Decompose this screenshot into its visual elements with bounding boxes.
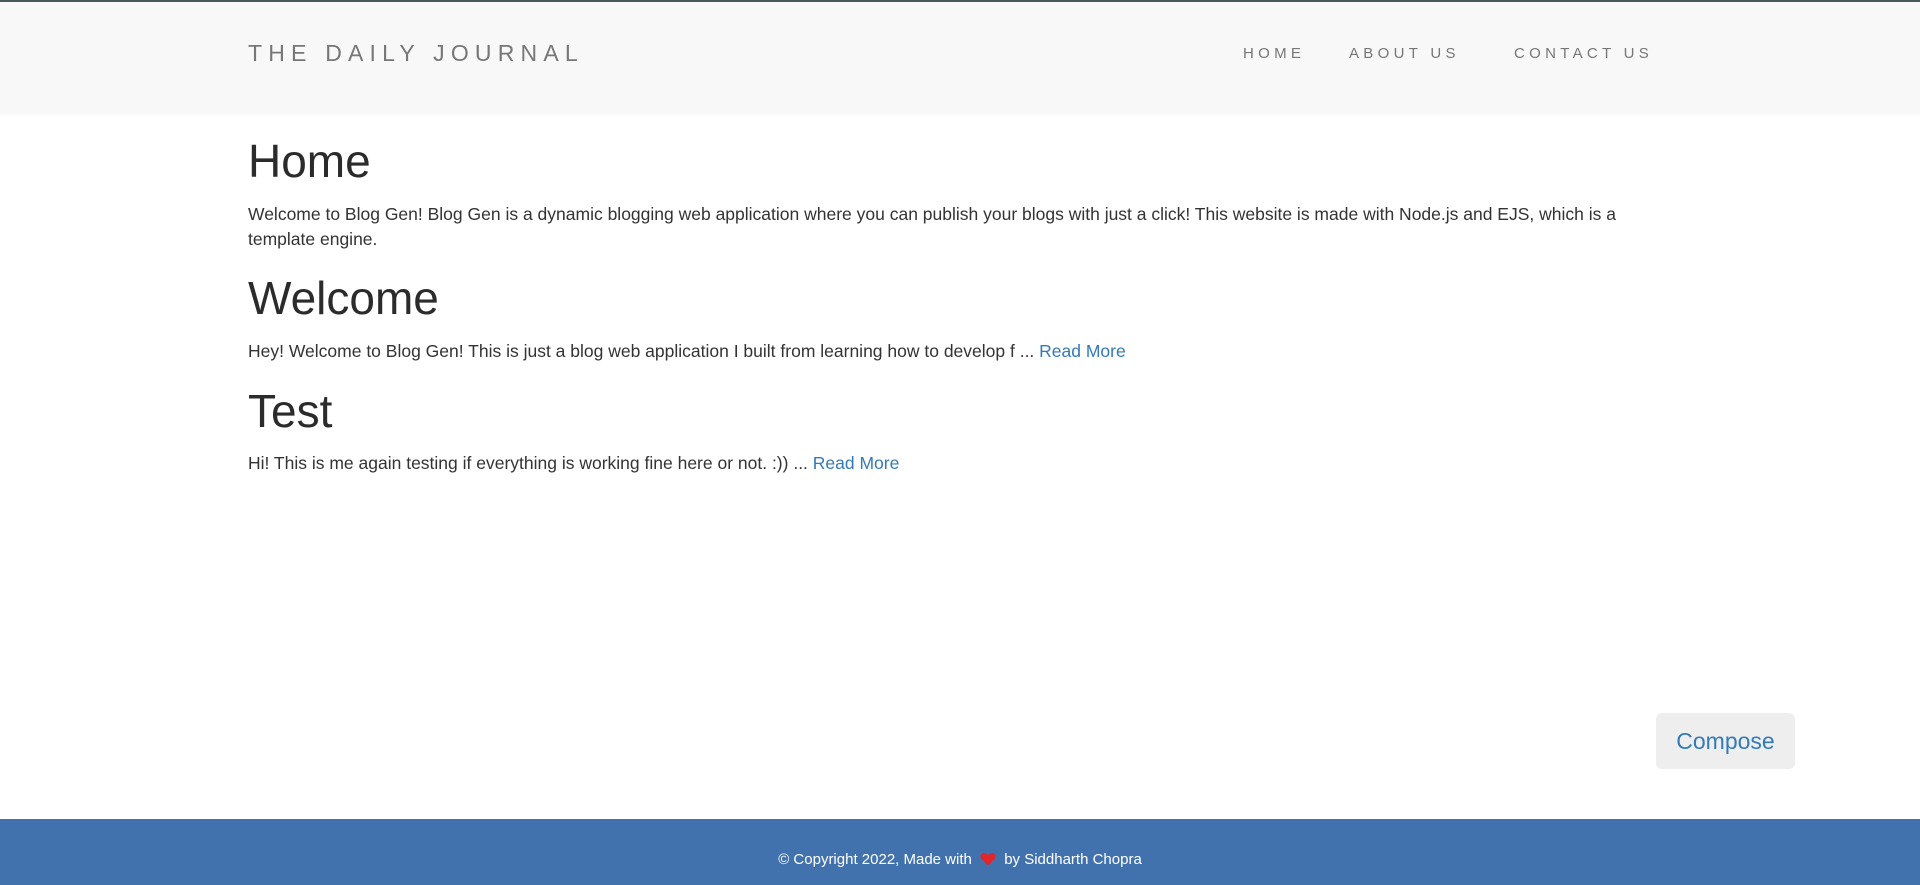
post-excerpt-text: Hey! Welcome to Blog Gen! This is just a…	[248, 341, 1040, 361]
post-excerpt: Hey! Welcome to Blog Gen! This is just a…	[248, 339, 1126, 364]
post-excerpt-text: Hi! This is me again testing if everythi…	[248, 453, 813, 473]
compose-button[interactable]: Compose	[1656, 713, 1795, 769]
post-title: Welcome	[248, 272, 439, 324]
read-more-link[interactable]: Read More	[813, 453, 900, 473]
intro-text: Welcome to Blog Gen! Blog Gen is a dynam…	[248, 204, 1616, 249]
page-title: Home	[248, 135, 371, 187]
nav-contact-link[interactable]: CONTACT US	[1514, 45, 1653, 62]
nav-home-link[interactable]: HOME	[1243, 45, 1305, 62]
post-title: Test	[248, 385, 333, 437]
post-excerpt: Hi! This is me again testing if everythi…	[248, 451, 899, 476]
copyright-author: by Siddharth Chopra	[1000, 851, 1142, 868]
navbar: THE DAILY JOURNAL HOME ABOUT US CONTACT …	[0, 2, 1920, 115]
nav-about-link[interactable]: ABOUT US	[1349, 45, 1460, 62]
main-nav: HOME ABOUT US CONTACT US	[0, 45, 1920, 69]
copyright-text: © Copyright 2022, Made with by Siddharth…	[0, 851, 1920, 870]
copyright-prefix: © Copyright 2022, Made with	[778, 851, 977, 868]
heart-icon	[980, 852, 996, 870]
footer: © Copyright 2022, Made with by Siddharth…	[0, 819, 1920, 885]
read-more-link[interactable]: Read More	[1039, 341, 1126, 361]
